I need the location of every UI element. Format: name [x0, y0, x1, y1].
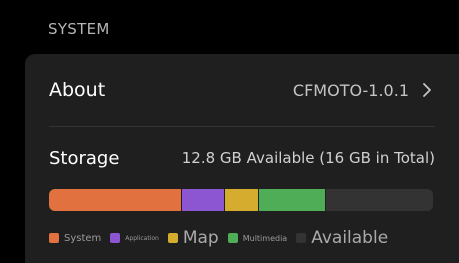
legend-swatch-application — [110, 233, 121, 243]
chevron-right-icon — [423, 83, 431, 97]
storage-segment-multimedia — [258, 189, 326, 211]
legend-item-map: Map — [167, 228, 219, 248]
storage-segment-map — [223, 189, 259, 211]
about-label: About — [49, 79, 106, 101]
storage-legend: System Application Map Multimedia Availa… — [49, 226, 439, 250]
legend-swatch-map — [167, 233, 178, 243]
legend-label-application: Application — [125, 234, 159, 242]
legend-swatch-multimedia — [227, 233, 238, 243]
legend-label-system: System — [64, 232, 102, 244]
storage-label: Storage — [49, 147, 120, 169]
about-value-group: CFMOTO-1.0.1 — [293, 81, 435, 100]
legend-label-map: Map — [182, 228, 219, 248]
legend-item-multimedia: Multimedia — [227, 233, 288, 243]
legend-swatch-system — [49, 233, 59, 243]
about-version-value: CFMOTO-1.0.1 — [292, 80, 409, 100]
storage-summary: 12.8 GB Available (16 GB in Total) — [181, 149, 435, 167]
storage-row: Storage 12.8 GB Available (16 GB in Tota… — [49, 140, 435, 176]
legend-item-system: System — [49, 233, 101, 244]
section-header: SYSTEM — [48, 20, 110, 38]
about-row[interactable]: About CFMOTO-1.0.1 — [49, 70, 435, 110]
storage-segment-available — [325, 189, 433, 211]
legend-label-multimedia: Multimedia — [242, 233, 288, 243]
legend-label-available: Available — [311, 228, 389, 248]
legend-item-available: Available — [296, 228, 388, 248]
settings-page: SYSTEM About CFMOTO-1.0.1 Storage 12.8 G… — [0, 0, 459, 263]
system-card: About CFMOTO-1.0.1 Storage 12.8 GB Avail… — [25, 54, 459, 263]
storage-segment-system — [49, 189, 182, 211]
storage-segment-application — [181, 189, 224, 211]
legend-item-application: Application — [110, 233, 159, 243]
legend-swatch-available — [296, 233, 307, 243]
divider — [49, 126, 435, 127]
storage-usage-bar — [49, 189, 433, 211]
